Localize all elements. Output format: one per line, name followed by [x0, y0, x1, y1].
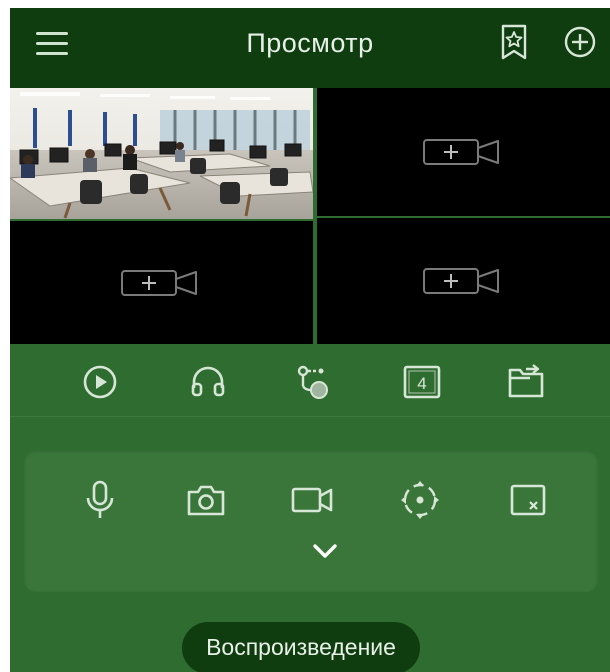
ptz-direction-icon[interactable]: [398, 478, 442, 522]
add-camera-icon[interactable]: [120, 266, 204, 300]
microphone-icon[interactable]: [78, 478, 122, 522]
header-bar: Просмотр: [10, 8, 610, 88]
video-camera-icon[interactable]: [290, 478, 334, 522]
control-panel: [24, 450, 598, 592]
svg-text:4: 4: [417, 374, 426, 393]
play-circle-icon[interactable]: [78, 360, 122, 404]
chevron-down-icon[interactable]: [305, 538, 345, 566]
video-cell-1-office-feed[interactable]: [10, 88, 313, 219]
video-cell-4-empty[interactable]: [317, 218, 610, 344]
headphones-icon[interactable]: [186, 360, 230, 404]
camera-icon[interactable]: [184, 478, 228, 522]
playback-button[interactable]: Воспроизведение: [182, 622, 420, 672]
bookmark-star-icon[interactable]: [496, 22, 532, 62]
close-window-icon[interactable]: [506, 478, 550, 522]
add-camera-icon[interactable]: [422, 135, 506, 169]
add-circle-icon[interactable]: [562, 22, 598, 62]
video-cell-3-empty[interactable]: [10, 221, 313, 344]
video-cell-2-empty[interactable]: [317, 88, 610, 216]
add-camera-icon[interactable]: [422, 264, 506, 298]
primary-toolbar: 4: [10, 344, 610, 417]
folder-share-icon[interactable]: [504, 360, 548, 404]
ptz-joystick-icon[interactable]: [291, 360, 335, 404]
app-root: Просмотр 4 Воспроизведение: [10, 8, 610, 672]
layout-4-icon[interactable]: 4: [400, 360, 444, 404]
video-grid: [10, 88, 610, 344]
